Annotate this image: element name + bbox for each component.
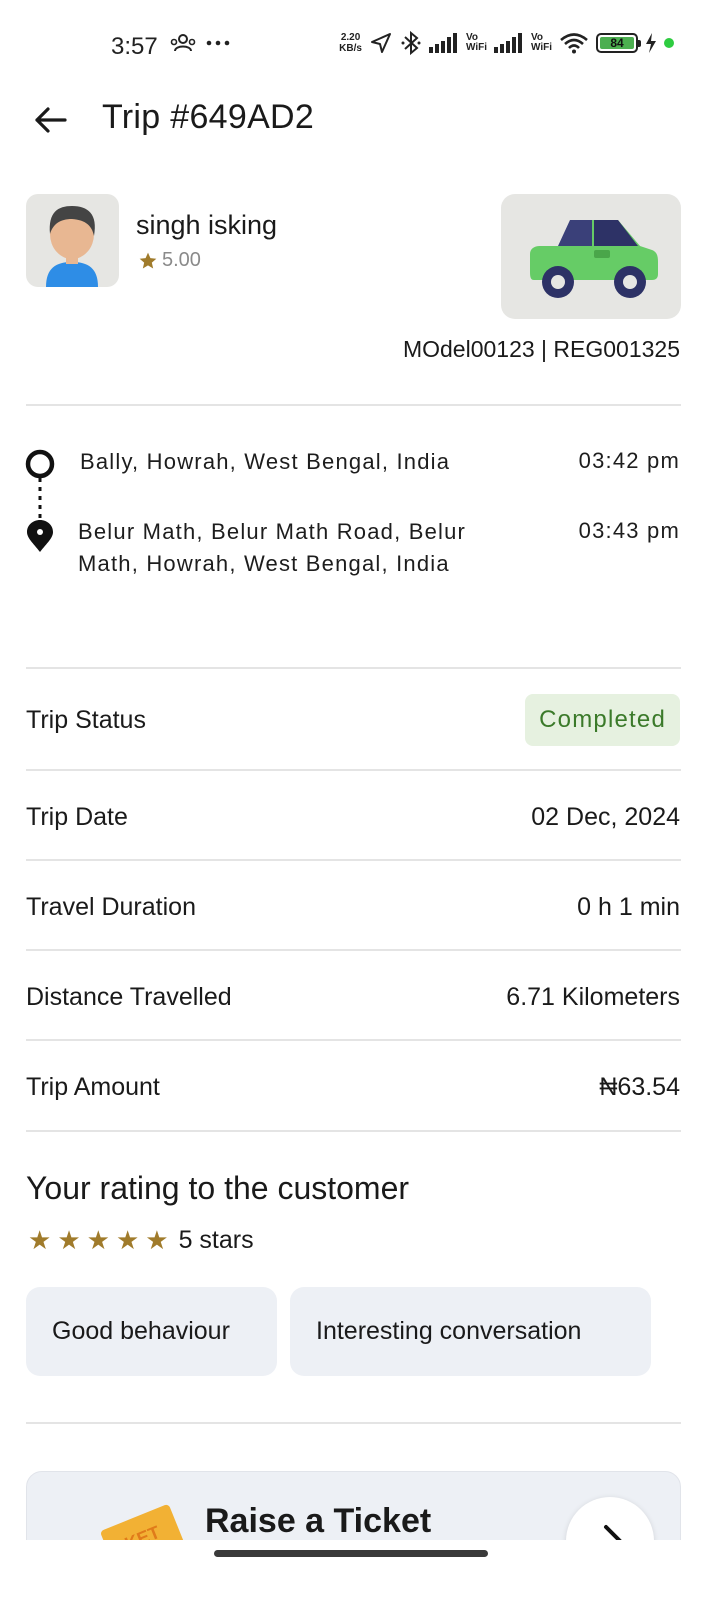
dropoff-time: 03:43 pm [578,518,680,543]
more-dots-icon [206,40,230,46]
vowifi-label-2: Vo WiFi [530,32,552,53]
stars-count-text: 5 stars [178,1226,254,1254]
rating-tag-chip: Good behaviour [26,1287,277,1376]
status-time: 3:57 [111,33,158,60]
origin-circle-icon [25,449,55,479]
driver-name: singh isking [136,210,278,240]
dropoff-address-line-1: Belur Math, Belur Math Road, Belur [78,519,467,544]
rating-tag-chip: Interesting conversation [290,1287,651,1376]
signal-icon-1 [428,33,457,53]
destination-pin-icon [27,520,53,552]
arrow-left-icon [35,107,67,133]
star-icon: ★ [28,1225,52,1255]
location-arrow-icon [370,33,391,53]
divider [26,1039,681,1041]
route-line [25,449,55,552]
vehicle-image [501,194,681,319]
divider [26,769,681,771]
page-title: Trip #649AD2 [102,98,315,136]
car-icon [530,219,658,298]
battery-level: 84 [600,37,634,49]
vowifi-label-1: Vo WiFi [465,32,487,53]
travel-duration-value: 0 h 1 min [577,893,680,921]
system-nav-bar [0,1540,720,1600]
status-bar: 3:57 2.20 KB/s Vo WiFi Vo WiFi 84 [0,0,720,92]
network-speed: 2.20 KB/s [339,32,362,54]
pickup-time: 03:42 pm [578,448,680,473]
divider [26,1130,681,1132]
distance-value: 6.71 Kilometers [506,983,680,1011]
status-badge: Completed [525,694,680,746]
privacy-indicator-dot [664,38,674,48]
star-icon: ★ [86,1225,110,1255]
vehicle-model-reg: MOdel00123 | REG001325 [402,336,680,362]
trip-amount-label: Trip Amount [26,1073,160,1101]
battery-icon: 84 [596,33,641,53]
distance-label: Distance Travelled [26,983,232,1011]
divider [26,667,681,669]
person-avatar-icon [46,206,98,287]
status-right-icons: 2.20 KB/s Vo WiFi Vo WiFi 84 [339,30,674,56]
driver-rating-value: 5.00 [162,249,201,271]
divider [26,1422,681,1424]
divider [26,859,681,861]
divider [26,949,681,951]
customer-rating-title: Your rating to the customer [26,1170,410,1206]
trip-date-label: Trip Date [26,803,128,831]
status-left-icons [170,34,230,52]
people-icon [170,34,196,52]
raise-ticket-title: Raise a Ticket [205,1502,432,1540]
divider [26,404,681,406]
star-icon: ★ [57,1225,81,1255]
trip-date-value: 02 Dec, 2024 [531,803,680,831]
home-indicator[interactable] [214,1550,488,1557]
bluetooth-icon [401,30,421,56]
star-icon: ★ [145,1225,169,1255]
signal-icon-2 [493,33,522,53]
trip-amount-value: ₦63.54 [599,1073,680,1101]
customer-rating-stars: ★ ★ ★ ★ ★ 5 stars [28,1225,254,1256]
back-button[interactable] [30,100,70,140]
star-icon [139,252,157,268]
pickup-address: Bally, Howrah, West Bengal, India [80,449,451,474]
travel-duration-label: Travel Duration [26,893,196,921]
charging-bolt-icon [646,33,656,53]
wifi-icon [560,33,588,54]
driver-avatar [26,194,119,287]
trip-status-label: Trip Status [26,706,146,734]
driver-rating: 5.00 [138,249,201,272]
dropoff-address: Belur Math, Belur Math Road, Belur Math,… [78,516,466,580]
star-icon: ★ [115,1225,140,1255]
dropoff-address-line-2: Math, Howrah, West Bengal, India [78,551,450,576]
